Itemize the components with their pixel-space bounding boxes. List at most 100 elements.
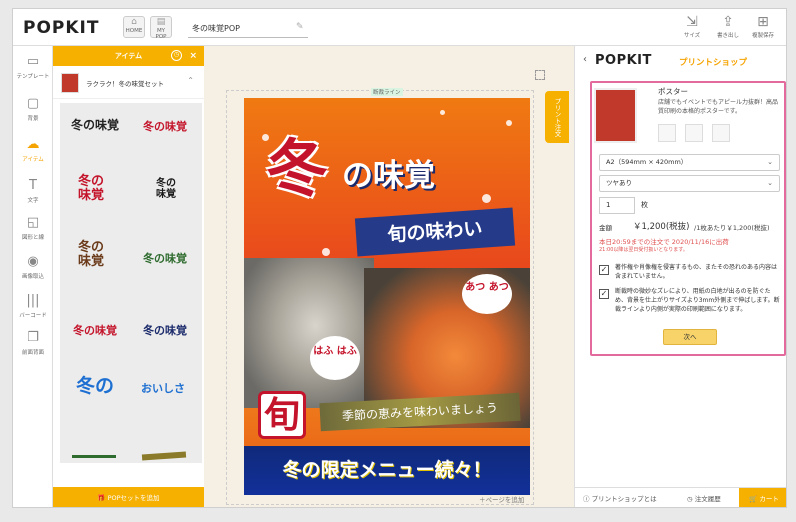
rail-item-image-import[interactable]: ◉ 画像取込: [13, 252, 53, 284]
shape-icon: ◱: [26, 215, 40, 230]
chevron-down-icon: ⌄: [767, 158, 773, 166]
left-rail: ▭ テンプレート ▢ 背景 ☁ アイテム T 文字 ◱ 図形と線 ◉ 画像取込 …: [13, 46, 53, 507]
shop-title: プリントショップ: [679, 58, 748, 68]
order-history-label: 注文履歴: [694, 495, 721, 503]
price-label: 金額: [599, 224, 612, 232]
rail-item-template[interactable]: ▭ テンプレート: [13, 52, 53, 84]
poster-bottom-text[interactable]: 冬の限定メニュー続々！: [244, 446, 530, 495]
sticker-item[interactable]: 冬の味覚: [140, 325, 190, 337]
item-icon: ☁: [26, 137, 40, 152]
add-page-button[interactable]: ＋ページを追加: [479, 494, 524, 504]
poster-title-main[interactable]: 冬: [266, 118, 328, 208]
mypop-label: MY POP: [155, 28, 167, 40]
shop-logo: POPKIT: [595, 53, 652, 68]
sticker-item[interactable]: 冬の味覚: [70, 325, 120, 337]
finish-select-value: ツヤあり: [606, 179, 632, 187]
poster-canvas[interactable]: 冬 の味覚 旬の味わい あつ あつ はふ はふ 旬 季節の恵みを味わいましょう …: [244, 98, 530, 495]
help-icon: ⓘ: [583, 495, 592, 503]
camera-icon: ◉: [27, 254, 39, 269]
poster-subtitle[interactable]: 旬の味わい: [354, 207, 516, 257]
bleed-checkbox[interactable]: ✓: [599, 289, 609, 299]
print-order-tab[interactable]: プリント注文: [545, 91, 569, 143]
sticker-ribbon-green[interactable]: [72, 455, 116, 458]
oyster-photo[interactable]: [244, 258, 374, 408]
product-thumb[interactable]: [658, 124, 676, 142]
duplicate-save-button[interactable]: ⊞ 複製保存: [748, 13, 778, 39]
order-history-link[interactable]: ◷ 注文履歴: [687, 488, 721, 507]
cart-button[interactable]: 🛒 カート: [739, 488, 786, 507]
item-panel-header: アイテム ◷ ×: [53, 46, 204, 66]
mypop-button[interactable]: ▤ MY POP: [150, 16, 172, 40]
canvas-area: 断裁ライン 冬 の味覚 旬の味わい あつ あつ はふ はふ 旬 季節の恵みを味わ…: [204, 46, 574, 507]
document-title[interactable]: 冬の味覚POP: [192, 23, 240, 34]
folder-icon: ▤: [156, 17, 166, 27]
size-label: サイズ: [683, 33, 701, 39]
layer-order-icon: ❐: [27, 330, 39, 345]
sticker-item[interactable]: 冬の味覚: [140, 121, 190, 133]
delivery-note: 21:00以降は翌日受付扱いとなります。: [599, 247, 688, 253]
product-thumb[interactable]: [685, 124, 703, 142]
sticker-item[interactable]: 冬の味覚: [140, 253, 190, 265]
product-thumb[interactable]: [712, 124, 730, 142]
header-bar: POPKIT ⌂ HOME ▤ MY POP 冬の味覚POP ✎ ⇲ サイズ ⇪…: [13, 9, 786, 46]
background-icon: ▢: [26, 96, 40, 111]
cart-icon: 🛒: [749, 495, 760, 503]
rail-label: 前面背面: [21, 350, 44, 356]
sticker-ribbon-gold[interactable]: [141, 451, 187, 461]
size-button[interactable]: ⇲ サイズ: [677, 13, 707, 39]
item-set-selector[interactable]: ラクラク！冬の味覚セット ⌃: [53, 66, 204, 99]
barcode-icon: |||: [26, 293, 40, 308]
size-select-value: A2（594mm × 420mm）: [606, 158, 688, 166]
home-button[interactable]: ⌂ HOME: [123, 16, 145, 38]
pencil-icon[interactable]: ✎: [296, 22, 304, 32]
sticker-item[interactable]: おいしさ: [138, 383, 188, 395]
about-print-shop-link[interactable]: ⓘ プリントショップとは: [583, 488, 657, 507]
sticker-item[interactable]: 冬の: [70, 376, 120, 397]
rail-item-text[interactable]: T 文字: [13, 176, 53, 208]
home-icon: ⌂: [131, 17, 137, 27]
poster-shun-badge[interactable]: 旬: [258, 391, 306, 439]
rail-item-background[interactable]: ▢ 背景: [13, 94, 53, 126]
close-icon[interactable]: ×: [189, 46, 197, 66]
rail-item-item[interactable]: ☁ アイテム: [13, 135, 53, 167]
print-shop-panel: ‹ POPKIT プリントショップ ポスター 店舗でもイベントでもアピール力抜群…: [574, 46, 786, 507]
add-pop-set-button[interactable]: 🎁 POPセットを追加: [53, 487, 204, 507]
finish-select[interactable]: ツヤあり ⌄: [599, 175, 780, 192]
shop-footer: ⓘ プリントショップとは ◷ 注文履歴 🛒 カート: [575, 487, 786, 507]
product-image: [594, 88, 637, 143]
rail-item-barcode[interactable]: ||| バーコード: [13, 291, 53, 323]
delivery-info: 本日20:59までの注文で 2020/11/16に出荷: [599, 238, 729, 246]
app-window: POPKIT ⌂ HOME ▤ MY POP 冬の味覚POP ✎ ⇲ サイズ ⇪…: [12, 8, 787, 508]
bubble-atsuatsu[interactable]: あつ あつ: [462, 274, 512, 314]
select-tool-icon[interactable]: [535, 70, 545, 80]
copyright-checkbox[interactable]: ✓: [599, 265, 609, 275]
rail-label: 文字: [27, 198, 39, 204]
quantity-input[interactable]: 1: [599, 197, 635, 214]
popkit-logo[interactable]: POPKIT: [23, 18, 99, 38]
add-pop-set-label: POPセットを追加: [107, 494, 160, 502]
rail-label: アイテム: [22, 157, 44, 163]
bubble-hafuhafu[interactable]: はふ はふ: [310, 336, 360, 380]
chevron-left-icon[interactable]: ‹: [583, 54, 587, 65]
rail-label: 背景: [27, 116, 39, 122]
sticker-item[interactable]: 冬の味覚: [70, 119, 120, 132]
snow-dot: [440, 110, 445, 115]
rail-item-shape[interactable]: ◱ 図形と線: [13, 213, 53, 245]
size-select[interactable]: A2（594mm × 420mm） ⌄: [599, 154, 780, 171]
next-button[interactable]: 次へ: [663, 329, 717, 345]
rail-item-layer-order[interactable]: ❐ 前面背面: [13, 328, 53, 360]
poster-title-sub[interactable]: の味覚: [342, 150, 435, 195]
export-button[interactable]: ⇪ 書き出し: [713, 13, 743, 39]
snow-dot: [506, 120, 512, 126]
product-name: ポスター: [658, 87, 688, 96]
rail-label: テンプレート: [16, 74, 50, 80]
history-clock-icon[interactable]: ◷: [171, 50, 182, 61]
sticker-item[interactable]: 冬の味覚: [152, 178, 180, 200]
snow-dot: [482, 194, 491, 203]
sticker-item[interactable]: 冬の味覚: [74, 241, 108, 268]
copyright-check-text: 著作権や肖像権を侵害するもの、またその恐れのある内容は含まれていません。: [615, 264, 778, 280]
sticker-item[interactable]: 冬の味覚: [74, 175, 108, 202]
trim-line-label: 断裁ライン: [371, 88, 403, 96]
set-thumbnail: [61, 73, 79, 93]
duplicate-save-label: 複製保存: [751, 33, 774, 39]
